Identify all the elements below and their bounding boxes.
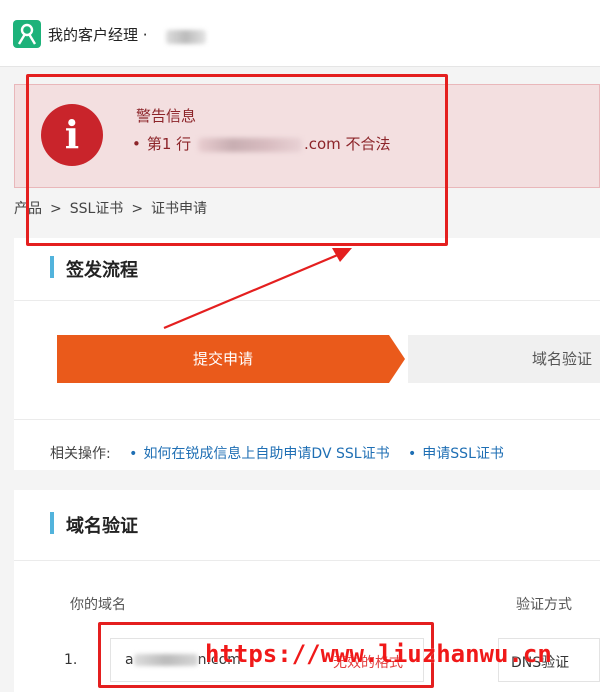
annotation-arrow-icon <box>163 248 352 330</box>
watermark: https://www.liuzhanwu.cn <box>205 640 552 668</box>
